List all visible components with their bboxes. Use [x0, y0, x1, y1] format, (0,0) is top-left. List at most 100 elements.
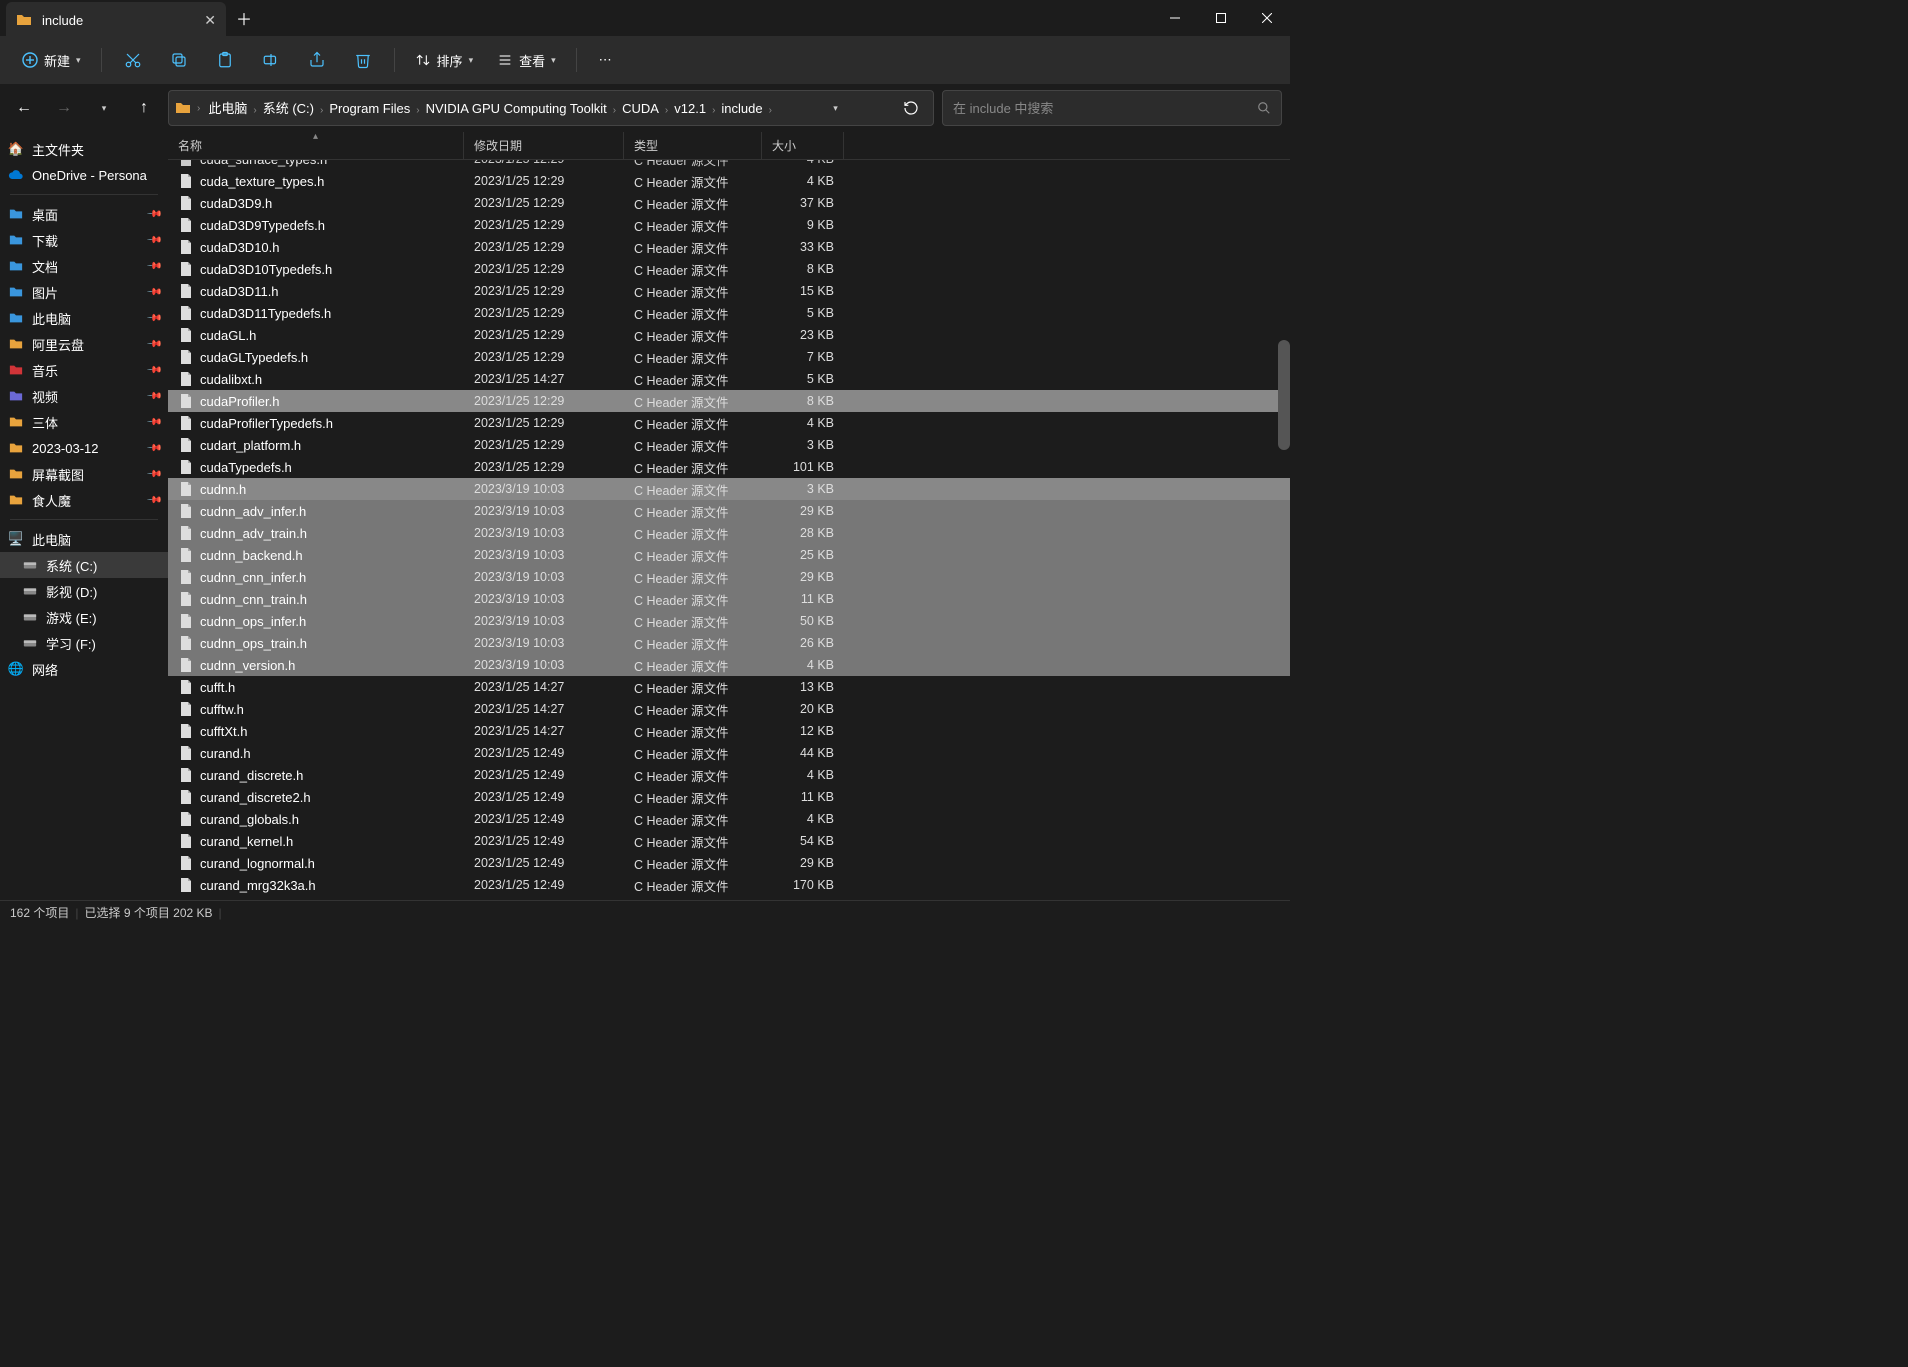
chevron-down-icon[interactable]: ▾	[825, 103, 846, 114]
back-button[interactable]: ←	[8, 92, 40, 124]
col-type[interactable]: 类型	[624, 132, 762, 159]
refresh-button[interactable]	[895, 92, 927, 124]
file-row[interactable]: cudaD3D9.h2023/1/25 12:29C Header 源文件37 …	[168, 192, 1290, 214]
file-row[interactable]: cudaTypedefs.h2023/1/25 12:29C Header 源文…	[168, 456, 1290, 478]
breadcrumb-seg[interactable]: v12.1	[672, 101, 708, 116]
pin-icon: 📌	[145, 258, 162, 275]
breadcrumb-seg[interactable]: NVIDIA GPU Computing Toolkit	[424, 101, 609, 116]
search-icon	[1257, 101, 1271, 115]
file-row[interactable]: cudnn.h2023/3/19 10:03C Header 源文件3 KB	[168, 478, 1290, 500]
file-row[interactable]: cudaProfiler.h2023/1/25 12:29C Header 源文…	[168, 390, 1290, 412]
file-row[interactable]: cudnn_ops_infer.h2023/3/19 10:03C Header…	[168, 610, 1290, 632]
new-button[interactable]: 新建 ▾	[12, 42, 91, 78]
sidebar-home[interactable]: 🏠 主文件夹	[0, 136, 168, 162]
paste-button[interactable]	[204, 42, 246, 78]
sidebar-item[interactable]: 下载📌	[0, 227, 168, 253]
scrollbar-thumb[interactable]	[1278, 340, 1290, 450]
file-row[interactable]: cudaProfilerTypedefs.h2023/1/25 12:29C H…	[168, 412, 1290, 434]
file-row[interactable]: cudnn_adv_infer.h2023/3/19 10:03C Header…	[168, 500, 1290, 522]
sidebar-item[interactable]: 视频📌	[0, 383, 168, 409]
sidebar-item[interactable]: 文档📌	[0, 253, 168, 279]
file-type: C Header 源文件	[624, 546, 762, 565]
file-row[interactable]: cufft.h2023/1/25 14:27C Header 源文件13 KB	[168, 676, 1290, 698]
file-row[interactable]: cufftXt.h2023/1/25 14:27C Header 源文件12 K…	[168, 720, 1290, 742]
sidebar-item[interactable]: 图片📌	[0, 279, 168, 305]
file-row[interactable]: cudaD3D9Typedefs.h2023/1/25 12:29C Heade…	[168, 214, 1290, 236]
sidebar-network[interactable]: 🌐 网络	[0, 656, 168, 682]
sidebar-drive[interactable]: 游戏 (E:)	[0, 604, 168, 630]
file-row[interactable]: curand_discrete.h2023/1/25 12:49C Header…	[168, 764, 1290, 786]
delete-button[interactable]	[342, 42, 384, 78]
breadcrumb-seg[interactable]: include	[719, 101, 764, 116]
sidebar-item[interactable]: 食人魔📌	[0, 487, 168, 513]
address-bar[interactable]: › 此电脑›系统 (C:)›Program Files›NVIDIA GPU C…	[168, 90, 934, 126]
file-row[interactable]: cudaD3D10.h2023/1/25 12:29C Header 源文件33…	[168, 236, 1290, 258]
file-explorer-tab[interactable]: include ✕	[6, 2, 226, 38]
copy-button[interactable]	[158, 42, 200, 78]
sidebar-drive[interactable]: 系统 (C:)	[0, 552, 168, 578]
file-row[interactable]: cudaD3D11Typedefs.h2023/1/25 12:29C Head…	[168, 302, 1290, 324]
search-box[interactable]	[942, 90, 1282, 126]
file-row[interactable]: cudnn_version.h2023/3/19 10:03C Header 源…	[168, 654, 1290, 676]
file-row[interactable]: curand_mrg32k3a.h2023/1/25 12:49C Header…	[168, 874, 1290, 896]
file-row[interactable]: cudnn_backend.h2023/3/19 10:03C Header 源…	[168, 544, 1290, 566]
file-row[interactable]: cudnn_adv_train.h2023/3/19 10:03C Header…	[168, 522, 1290, 544]
sidebar-item[interactable]: 三体📌	[0, 409, 168, 435]
file-row[interactable]: cudaGLTypedefs.h2023/1/25 12:29C Header …	[168, 346, 1290, 368]
col-date[interactable]: 修改日期	[464, 132, 624, 159]
file-size: 4 KB	[762, 658, 844, 672]
sidebar-item[interactable]: 此电脑📌	[0, 305, 168, 331]
new-tab-button[interactable]: ＋	[226, 0, 262, 36]
view-button[interactable]: 查看 ▾	[487, 42, 566, 78]
breadcrumb-seg[interactable]: Program Files	[327, 101, 412, 116]
file-row[interactable]: cudnn_ops_train.h2023/3/19 10:03C Header…	[168, 632, 1290, 654]
sidebar-item[interactable]: 音乐📌	[0, 357, 168, 383]
scrollbar[interactable]	[1278, 160, 1290, 900]
file-icon	[178, 855, 194, 871]
file-row[interactable]: curand_discrete2.h2023/1/25 12:49C Heade…	[168, 786, 1290, 808]
file-row[interactable]: cudaD3D10Typedefs.h2023/1/25 12:29C Head…	[168, 258, 1290, 280]
drive-icon	[22, 609, 38, 625]
file-row[interactable]: cudaGL.h2023/1/25 12:29C Header 源文件23 KB	[168, 324, 1290, 346]
forward-button[interactable]: →	[48, 92, 80, 124]
file-row[interactable]: cufftw.h2023/1/25 14:27C Header 源文件20 KB	[168, 698, 1290, 720]
file-row[interactable]: cudnn_cnn_infer.h2023/3/19 10:03C Header…	[168, 566, 1290, 588]
file-row[interactable]: cudalibxt.h2023/1/25 14:27C Header 源文件5 …	[168, 368, 1290, 390]
col-name[interactable]: 名称▴	[168, 132, 464, 159]
cut-button[interactable]	[112, 42, 154, 78]
sidebar-item[interactable]: 桌面📌	[0, 201, 168, 227]
file-list[interactable]: cuda_surface_types.h2023/1/25 12:29C Hea…	[168, 160, 1290, 900]
sidebar-thispc[interactable]: 🖥️ 此电脑	[0, 526, 168, 552]
sidebar-item[interactable]: 屏幕截图📌	[0, 461, 168, 487]
file-row[interactable]: cuda_surface_types.h2023/1/25 12:29C Hea…	[168, 160, 1290, 170]
file-row[interactable]: curand_kernel.h2023/1/25 12:49C Header 源…	[168, 830, 1290, 852]
close-window-button[interactable]	[1244, 0, 1290, 36]
file-icon	[178, 767, 194, 783]
sidebar-drive[interactable]: 学习 (F:)	[0, 630, 168, 656]
sidebar-onedrive[interactable]: OneDrive - Persona	[0, 162, 168, 188]
col-size[interactable]: 大小	[762, 132, 844, 159]
history-dropdown[interactable]: ▾	[88, 92, 120, 124]
minimize-button[interactable]	[1152, 0, 1198, 36]
breadcrumb-seg[interactable]: 系统 (C:)	[261, 101, 316, 116]
file-row[interactable]: cudaD3D11.h2023/1/25 12:29C Header 源文件15…	[168, 280, 1290, 302]
sort-button[interactable]: 排序 ▾	[405, 42, 484, 78]
file-row[interactable]: cuda_texture_types.h2023/1/25 12:29C Hea…	[168, 170, 1290, 192]
file-row[interactable]: cudnn_cnn_train.h2023/3/19 10:03C Header…	[168, 588, 1290, 610]
search-input[interactable]	[953, 101, 1257, 116]
sidebar-drive[interactable]: 影视 (D:)	[0, 578, 168, 604]
file-row[interactable]: curand_lognormal.h2023/1/25 12:49C Heade…	[168, 852, 1290, 874]
file-row[interactable]: cudart_platform.h2023/1/25 12:29C Header…	[168, 434, 1290, 456]
file-row[interactable]: curand_globals.h2023/1/25 12:49C Header …	[168, 808, 1290, 830]
breadcrumb-seg[interactable]: 此电脑	[206, 101, 249, 116]
file-row[interactable]: curand.h2023/1/25 12:49C Header 源文件44 KB	[168, 742, 1290, 764]
sidebar-item[interactable]: 2023-03-12📌	[0, 435, 168, 461]
up-button[interactable]: ↑	[128, 92, 160, 124]
rename-button[interactable]	[250, 42, 292, 78]
maximize-button[interactable]	[1198, 0, 1244, 36]
sidebar-item[interactable]: 阿里云盘📌	[0, 331, 168, 357]
share-button[interactable]	[296, 42, 338, 78]
close-tab-icon[interactable]: ✕	[204, 12, 216, 29]
more-button[interactable]: ⋯	[587, 42, 624, 78]
breadcrumb-seg[interactable]: CUDA	[620, 101, 661, 116]
